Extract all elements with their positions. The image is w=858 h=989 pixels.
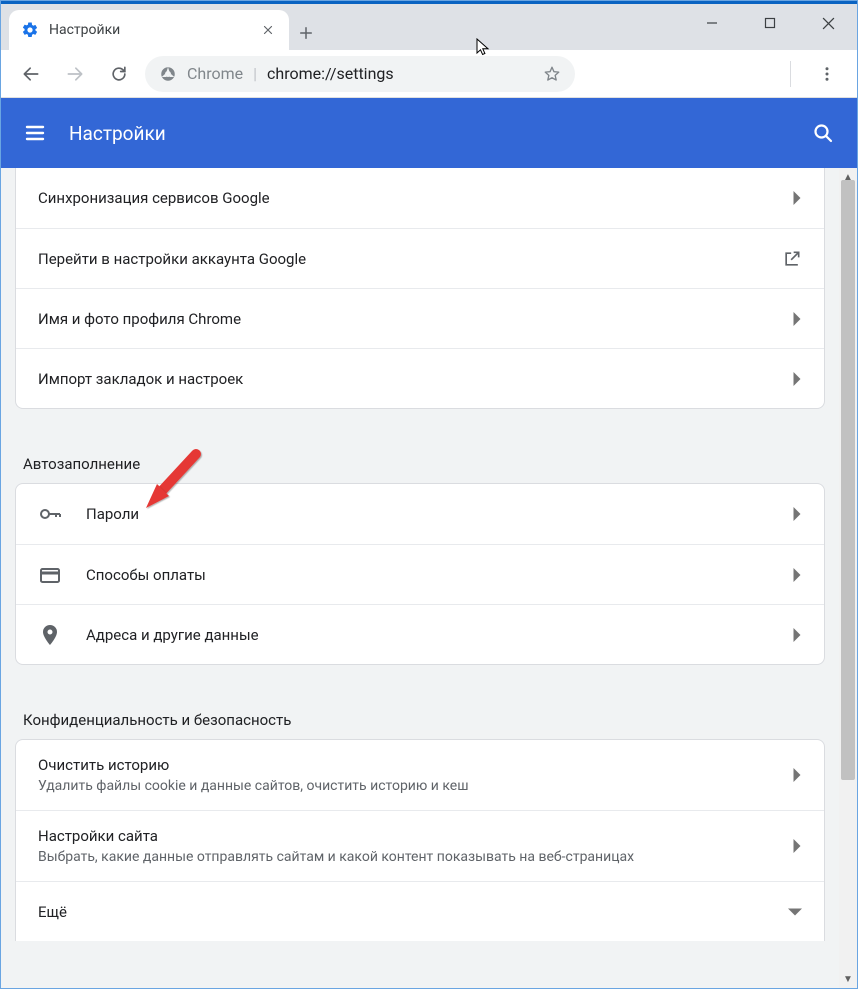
settings-content: Синхронизация сервисов Google Перейти в … xyxy=(1,168,839,988)
key-icon xyxy=(38,502,62,526)
chevron-right-icon xyxy=(792,768,802,782)
browser-tab[interactable]: Настройки xyxy=(9,10,289,50)
new-tab-button[interactable] xyxy=(289,16,323,50)
card-privacy: Очистить историю Удалить файлы cookie и … xyxy=(15,739,825,941)
scroll-down-arrow[interactable]: ▼ xyxy=(839,970,857,988)
omnibox-prefix: Chrome xyxy=(187,64,243,83)
tab-title: Настройки xyxy=(49,22,249,38)
chevron-right-icon xyxy=(792,568,802,582)
card-people: Синхронизация сервисов Google Перейти в … xyxy=(15,168,825,409)
row-addresses[interactable]: Адреса и другие данные xyxy=(16,604,824,664)
row-import-bookmarks[interactable]: Импорт закладок и настроек xyxy=(16,348,824,408)
hamburger-menu-icon[interactable] xyxy=(23,121,47,145)
forward-button[interactable] xyxy=(57,56,93,92)
chevron-right-icon xyxy=(792,628,802,642)
chevron-right-icon xyxy=(792,312,802,326)
card-autofill: Пароли Способы оплаты xyxy=(15,483,825,665)
omnibox[interactable]: Chrome | chrome://settings xyxy=(145,56,575,92)
row-google-account-settings[interactable]: Перейти в настройки аккаунта Google xyxy=(16,228,824,288)
section-title-autofill: Автозаполнение xyxy=(23,455,839,473)
window-close-button[interactable] xyxy=(799,4,857,42)
scrollbar[interactable]: ▲ ▼ xyxy=(839,168,857,988)
row-more[interactable]: Ещё xyxy=(16,881,824,941)
row-passwords[interactable]: Пароли xyxy=(16,484,824,544)
omnibox-url: chrome://settings xyxy=(267,64,394,83)
page-title: Настройки xyxy=(69,122,166,145)
bookmark-star-icon[interactable] xyxy=(543,65,561,83)
row-payment-methods[interactable]: Способы оплаты xyxy=(16,544,824,604)
back-button[interactable] xyxy=(13,56,49,92)
credit-card-icon xyxy=(38,563,62,587)
open-external-icon xyxy=(782,249,802,269)
gear-icon xyxy=(21,21,39,39)
site-info-icon[interactable] xyxy=(159,65,177,83)
scroll-thumb[interactable] xyxy=(841,180,855,780)
row-sync-google-services[interactable]: Синхронизация сервисов Google xyxy=(16,168,824,228)
row-clear-history[interactable]: Очистить историю Удалить файлы cookie и … xyxy=(16,740,824,810)
close-tab-icon[interactable] xyxy=(259,21,277,39)
search-icon[interactable] xyxy=(811,121,835,145)
chevron-right-icon xyxy=(792,507,802,521)
chevron-right-icon xyxy=(792,191,802,205)
browser-toolbar: Chrome | chrome://settings xyxy=(1,50,857,98)
window-minimize-button[interactable] xyxy=(683,4,741,42)
location-pin-icon xyxy=(38,623,62,647)
section-title-privacy: Конфиденциальность и безопасность xyxy=(23,711,839,729)
row-chrome-name-photo[interactable]: Имя и фото профиля Chrome xyxy=(16,288,824,348)
browser-menu-button[interactable] xyxy=(809,56,845,92)
appbar: Настройки xyxy=(1,98,857,168)
chevron-right-icon xyxy=(792,839,802,853)
window-maximize-button[interactable] xyxy=(741,4,799,42)
reload-button[interactable] xyxy=(101,56,137,92)
chevron-down-icon xyxy=(788,907,802,917)
titlebar: Настройки xyxy=(1,4,857,50)
row-site-settings[interactable]: Настройки сайта Выбрать, какие данные от… xyxy=(16,810,824,881)
chevron-right-icon xyxy=(792,372,802,386)
